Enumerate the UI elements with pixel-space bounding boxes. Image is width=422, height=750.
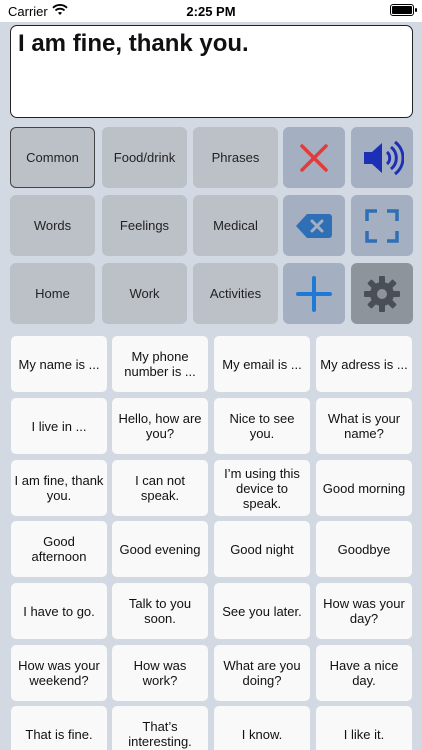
status-bar: Carrier 2:25 PM <box>0 0 422 22</box>
phrase-button[interactable]: That’s interesting. <box>112 706 208 750</box>
add-button[interactable] <box>283 263 345 324</box>
category-feelings[interactable]: Feelings <box>102 195 187 256</box>
backspace-icon <box>296 213 332 238</box>
gear-icon <box>364 275 400 312</box>
category-food-drink[interactable]: Food/drink <box>102 127 187 188</box>
backspace-button[interactable] <box>283 195 345 256</box>
clock: 2:25 PM <box>186 4 236 19</box>
phrase-button[interactable]: I like it. <box>316 706 412 750</box>
phrase-button[interactable]: Good afternoon <box>11 521 107 577</box>
phrase-button[interactable]: My adress is ... <box>316 336 412 392</box>
phrase-button[interactable]: My phone number is ... <box>112 336 208 392</box>
phrase-button[interactable]: How was work? <box>112 645 208 701</box>
fullscreen-button[interactable] <box>351 195 413 256</box>
settings-button[interactable] <box>351 263 413 324</box>
phrase-button[interactable]: Good morning <box>316 460 412 516</box>
phrase-grid: My name is ... My phone number is ... My… <box>0 334 422 750</box>
phrase-button[interactable]: Have a nice day. <box>316 645 412 701</box>
phrase-button[interactable]: I can not speak. <box>112 460 208 516</box>
category-common[interactable]: Common <box>10 127 95 188</box>
category-work[interactable]: Work <box>102 263 187 324</box>
phrase-button[interactable]: See you later. <box>214 583 310 639</box>
phrase-button[interactable]: I’m using this device to speak. <box>214 460 310 516</box>
phrase-button[interactable]: Hello, how are you? <box>112 398 208 454</box>
category-home[interactable]: Home <box>10 263 95 324</box>
message-text-area[interactable]: I am fine, thank you. <box>10 25 413 118</box>
phrase-button[interactable]: Goodbye <box>316 521 412 577</box>
phrase-button[interactable]: Nice to see you. <box>214 398 310 454</box>
phrase-button[interactable]: I know. <box>214 706 310 750</box>
battery-icon <box>390 4 417 16</box>
speak-button[interactable] <box>351 127 413 188</box>
phrase-button[interactable]: My email is ... <box>214 336 310 392</box>
phrase-button[interactable]: Good night <box>214 521 310 577</box>
phrase-button[interactable]: How was your day? <box>316 583 412 639</box>
clear-button[interactable] <box>283 127 345 188</box>
add-icon <box>296 275 332 312</box>
category-phrases[interactable]: Phrases <box>193 127 278 188</box>
phrase-button[interactable]: What are you doing? <box>214 645 310 701</box>
category-words[interactable]: Words <box>10 195 95 256</box>
category-medical[interactable]: Medical <box>193 195 278 256</box>
phrase-button[interactable]: Talk to you soon. <box>112 583 208 639</box>
phrase-button[interactable]: How was your weekend? <box>11 645 107 701</box>
phrase-button[interactable]: I have to go. <box>11 583 107 639</box>
phrase-button[interactable]: That is fine. <box>11 706 107 750</box>
fullscreen-icon <box>365 208 399 243</box>
phrase-button[interactable]: My name is ... <box>11 336 107 392</box>
speaker-icon <box>364 140 404 175</box>
category-activities[interactable]: Activities <box>193 263 278 324</box>
phrase-button[interactable]: Good evening <box>112 521 208 577</box>
phrase-button[interactable]: What is your name? <box>316 398 412 454</box>
phrase-button[interactable]: I live in ... <box>11 398 107 454</box>
phrase-button[interactable]: I am fine, thank you. <box>11 460 107 516</box>
close-icon <box>300 143 328 172</box>
